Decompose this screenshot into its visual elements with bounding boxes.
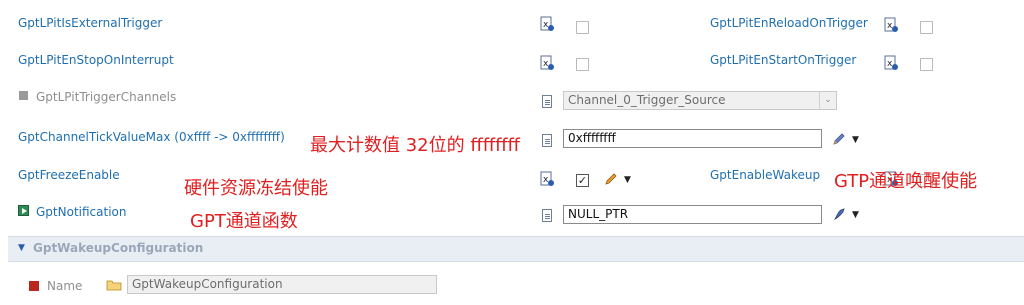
trigger-channels-select[interactable]: Channel_0_Trigger_Source ⌄ — [563, 91, 837, 110]
section-title: GptWakeupConfiguration — [33, 241, 204, 255]
freeze-enable-label: GptFreezeEnable — [18, 168, 120, 182]
required-marker-icon — [29, 281, 39, 291]
notification-icon — [18, 205, 29, 216]
name-value: GptWakeupConfiguration — [132, 277, 283, 291]
reload-on-trigger-label: GptLPitEnReloadOnTrigger — [710, 16, 868, 30]
document-icon — [542, 95, 552, 108]
reload-on-trigger-checkbox[interactable] — [920, 21, 933, 34]
dropdown-arrow-icon[interactable]: ▼ — [624, 175, 631, 185]
chevron-down-icon[interactable]: ⌄ — [819, 92, 836, 109]
tick-value-max-value: 0xffffffff — [568, 131, 616, 145]
notification-label: GptNotification — [36, 205, 127, 219]
folder-icon — [106, 279, 122, 294]
dropdown-arrow-icon[interactable]: ▼ — [852, 210, 859, 220]
tick-max-annotation: 最大计数值 32位的 ffffffff — [310, 135, 520, 156]
enable-wakeup-label: GptEnableWakeup — [710, 168, 821, 182]
stop-on-interrupt-checkbox[interactable] — [576, 58, 589, 71]
external-trigger-checkbox[interactable] — [576, 21, 589, 34]
document-icon — [542, 134, 552, 147]
disabled-marker-icon — [19, 91, 28, 100]
variant-icon[interactable]: x — [884, 17, 898, 36]
notification-input[interactable]: NULL_PTR — [563, 205, 822, 224]
freeze-annotation: 硬件资源冻结使能 — [184, 178, 328, 199]
dropdown-arrow-icon[interactable]: ▼ — [852, 135, 859, 145]
notification-annotation: GPT通道函数 — [190, 211, 298, 232]
variant-icon[interactable]: x — [540, 171, 554, 190]
notification-value: NULL_PTR — [568, 207, 629, 221]
stop-on-interrupt-label: GptLPitEnStopOnInterrupt — [18, 53, 174, 67]
start-on-trigger-label: GptLPitEnStartOnTrigger — [710, 53, 857, 67]
pencil-icon[interactable] — [832, 132, 846, 149]
variant-icon[interactable]: x — [540, 55, 554, 74]
name-input[interactable]: GptWakeupConfiguration — [127, 275, 437, 294]
start-on-trigger-checkbox[interactable] — [920, 58, 933, 71]
collapse-arrow-icon[interactable]: ▼ — [18, 243, 25, 253]
function-icon[interactable] — [832, 207, 846, 224]
document-icon — [542, 209, 552, 222]
variant-icon[interactable]: x — [884, 55, 898, 74]
wakeup-annotation: GTP通道唤醒使能 — [834, 171, 978, 192]
variant-icon[interactable]: x — [540, 16, 554, 35]
trigger-channels-value: Channel_0_Trigger_Source — [568, 93, 726, 107]
tick-value-max-label: GptChannelTickValueMax (0xffff -> 0xffff… — [18, 130, 285, 144]
trigger-channels-label: GptLPitTriggerChannels — [36, 90, 177, 104]
pencil-icon[interactable] — [604, 172, 618, 189]
tick-value-max-input[interactable]: 0xffffffff — [563, 129, 822, 148]
name-label: Name — [47, 279, 83, 293]
freeze-enable-checkbox[interactable]: ✓ — [576, 174, 589, 187]
external-trigger-label: GptLPitIsExternalTrigger — [18, 16, 163, 30]
wakeup-configuration-section[interactable]: ▼ GptWakeupConfiguration — [8, 236, 1024, 262]
